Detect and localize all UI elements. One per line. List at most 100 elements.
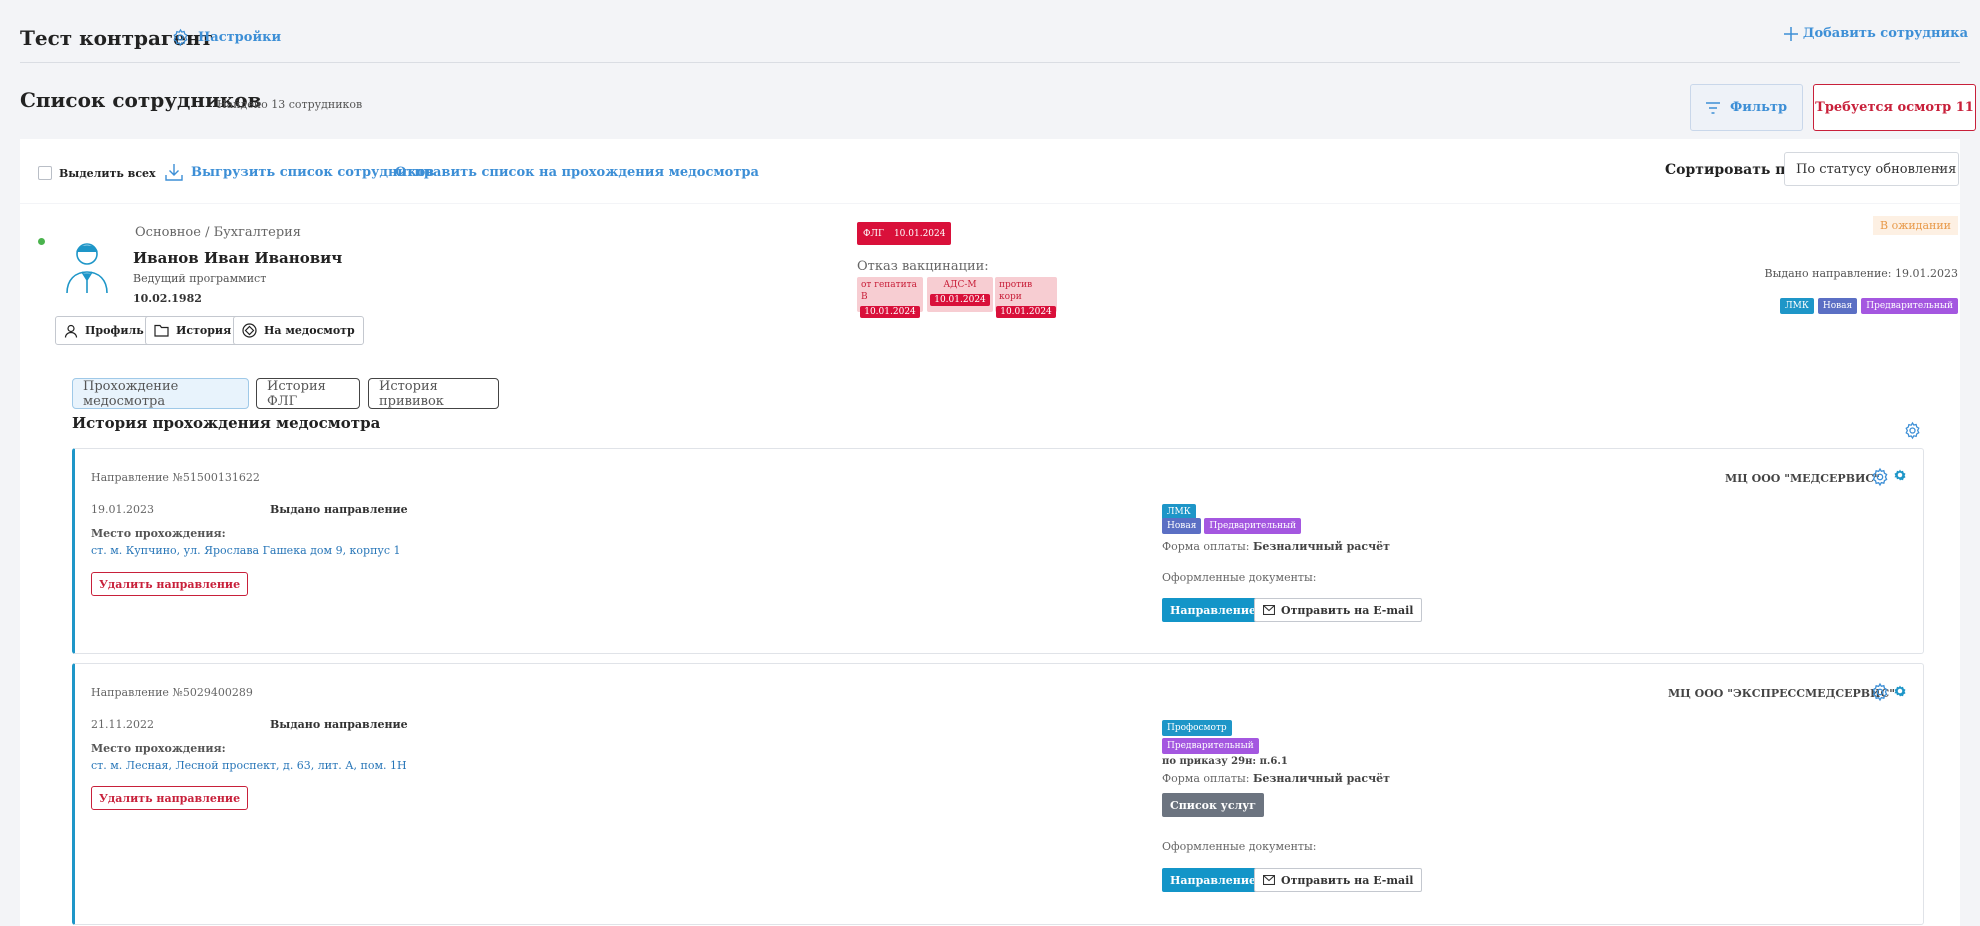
send-email-button[interactable]: Отправить на E-mail — [1254, 868, 1423, 892]
filter-icon — [1705, 101, 1720, 114]
need-exam-button[interactable]: Требуется осмотр 11 — [1813, 84, 1976, 131]
download-icon — [165, 163, 183, 181]
select-all-checkbox[interactable] — [38, 166, 52, 180]
clinic-name: МЦ ООО "ЭКСПРЕССМЕДСЕРВИС" — [1668, 687, 1895, 700]
documents-label: Оформленные документы: — [1162, 571, 1317, 584]
services-list-button[interactable]: Список услуг — [1162, 793, 1265, 817]
sort-label: Сортировать по — [1665, 162, 1795, 178]
header-divider — [20, 62, 1960, 63]
employee-department: Основное / Бухгалтерия — [135, 225, 302, 240]
tags-row: Новая Предварительный — [1162, 518, 1302, 534]
order-reference: по приказу 29н: п.6.1 — [1162, 756, 1288, 767]
tab-flg-history[interactable]: История ФЛГ — [256, 378, 360, 409]
payment-form: Форма оплаты: Безналичный расчёт — [1162, 540, 1390, 553]
plus-icon — [1783, 26, 1798, 41]
place-address[interactable]: ст. м. Купчино, ул. Ярослава Гашека дом … — [91, 544, 401, 557]
direction-document-button[interactable]: Направление — [1162, 598, 1264, 622]
issued-direction-date: Выдано направление: 19.01.2023 — [1764, 267, 1959, 280]
export-list-button[interactable]: Выгрузить список сотрудников — [165, 163, 434, 181]
employee-name[interactable]: Иванов Иван Иванович — [133, 249, 342, 267]
send-email-label: Отправить на E-mail — [1281, 873, 1414, 887]
direction-number: Направление №51500131622 — [91, 471, 260, 484]
settings-label: Настройки — [198, 30, 282, 45]
add-employee-button[interactable]: Добавить сотрудника — [1783, 26, 1968, 41]
payment-label: Форма оплаты: — [1162, 772, 1250, 785]
profile-label: Профиль — [85, 324, 144, 337]
history-title: История прохождения медосмотра — [72, 414, 381, 432]
tags-row: Предварительный — [1162, 733, 1259, 754]
found-count: Найдено 13 сотрудников — [217, 98, 363, 111]
direction-number: Направление №5029400289 — [91, 686, 253, 699]
direction-card — [72, 663, 1924, 925]
place-label: Место прохождения: — [91, 742, 226, 755]
direction-date: 21.11.2022 — [91, 718, 154, 731]
employee-tags: ЛМК Новая Предварительный — [1780, 298, 1958, 314]
sort-value: По статусу обновления — [1796, 161, 1957, 177]
vaccination-item: против кори 10.01.2024 — [995, 277, 1057, 318]
direction-document-button[interactable]: Направление — [1162, 868, 1264, 892]
mail-icon — [1263, 875, 1275, 885]
payment-value: Безналичный расчёт — [1252, 772, 1390, 785]
gear-icon[interactable] — [1903, 421, 1922, 440]
employee-position: Ведущий программист — [133, 272, 267, 285]
direction-status: Выдано направление — [270, 718, 408, 731]
payment-value: Безналичный расчёт — [1252, 540, 1390, 553]
to-exam-button[interactable]: На медосмотр — [233, 316, 364, 345]
vaccination-date: 10.01.2024 — [860, 306, 920, 318]
vaccination-item: от гепатита В 10.01.2024 — [857, 277, 923, 318]
tag-lmk: ЛМК — [1780, 298, 1814, 314]
gear-icon[interactable] — [1870, 682, 1890, 702]
profile-button[interactable]: Профиль — [55, 316, 153, 345]
add-employee-label: Добавить сотрудника — [1802, 26, 1968, 41]
to-exam-label: На медосмотр — [264, 324, 355, 337]
employee-dob: 10.02.1982 — [133, 292, 202, 305]
documents-label: Оформленные документы: — [1162, 840, 1317, 853]
direction-date: 19.01.2023 — [91, 503, 154, 516]
vaccination-date: 10.01.2024 — [996, 306, 1056, 318]
status-badge: В ожидании — [1873, 216, 1958, 235]
tag-preliminary: Предварительный — [1204, 518, 1302, 534]
online-status-dot — [38, 238, 45, 245]
gear-icon — [171, 28, 190, 47]
settings-small-icon[interactable] — [1894, 469, 1906, 481]
flg-date: 10.01.2024 — [893, 228, 946, 239]
gear-icon[interactable] — [1870, 467, 1890, 487]
tag-preliminary: Предварительный — [1162, 738, 1259, 754]
place-address[interactable]: ст. м. Лесная, Лесной проспект, д. 63, л… — [91, 759, 407, 772]
flg-badge: ФЛГ 10.01.2024 — [857, 222, 952, 245]
vaccination-item: АДС-М 10.01.2024 — [927, 277, 993, 312]
delete-direction-button[interactable]: Удалить направление — [91, 786, 249, 810]
vaccination-refusal-label: Отказ вакцинации: — [857, 259, 989, 274]
payment-form: Форма оплаты: Безналичный расчёт — [1162, 772, 1390, 785]
filter-button[interactable]: Фильтр — [1690, 84, 1803, 131]
medical-icon — [242, 323, 257, 338]
tags-row: ЛМК — [1162, 499, 1196, 520]
folder-icon — [154, 324, 169, 337]
mail-icon — [1263, 605, 1275, 615]
vaccination-date: 10.01.2024 — [930, 294, 990, 306]
avatar — [62, 238, 112, 294]
vaccination-name: против кори — [999, 280, 1033, 302]
payment-label: Форма оплаты: — [1162, 540, 1250, 553]
select-all-label: Выделить всех — [59, 167, 156, 180]
delete-direction-button[interactable]: Удалить направление — [91, 572, 249, 596]
chevron-down-icon — [1936, 163, 1948, 175]
filter-label: Фильтр — [1729, 100, 1788, 115]
user-icon — [64, 324, 78, 338]
tag-preliminary: Предварительный — [1861, 298, 1958, 314]
send-email-label: Отправить на E-mail — [1281, 603, 1414, 617]
vaccination-name: АДС-М — [943, 280, 977, 290]
tab-medical-exam[interactable]: Прохождение медосмотра — [72, 378, 249, 409]
clinic-name: МЦ ООО "МЕДСЕРВИС" — [1725, 472, 1880, 485]
send-list-button[interactable]: Отправить список на прохождения медосмот… — [395, 165, 759, 180]
send-email-button[interactable]: Отправить на E-mail — [1254, 598, 1423, 622]
settings-small-icon[interactable] — [1894, 685, 1906, 697]
tag-new: Новая — [1817, 298, 1858, 314]
tab-vaccination-history[interactable]: История прививок — [368, 378, 499, 409]
tag-new: Новая — [1162, 518, 1202, 534]
history-button[interactable]: История — [145, 316, 241, 345]
place-label: Место прохождения: — [91, 527, 226, 540]
vaccination-name: от гепатита В — [861, 280, 917, 302]
sort-select[interactable]: По статусу обновления — [1784, 152, 1959, 186]
settings-link[interactable]: Настройки — [171, 28, 281, 47]
